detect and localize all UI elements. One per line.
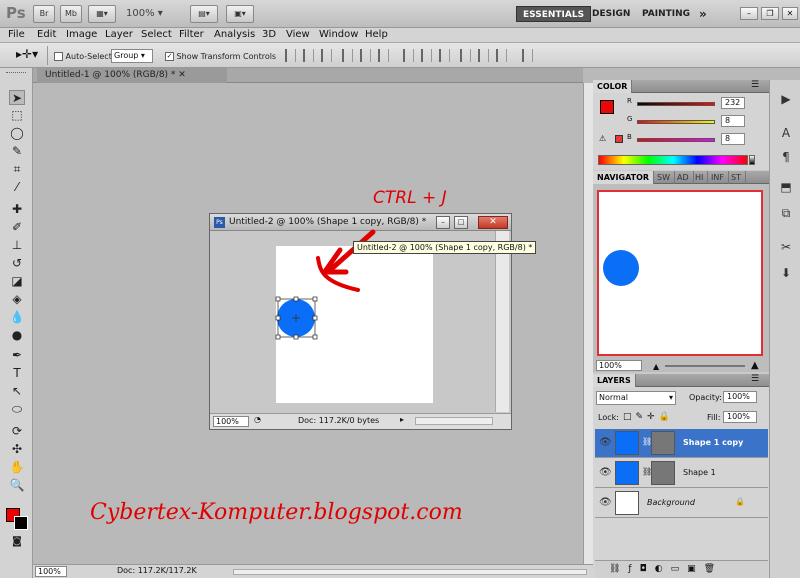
b-value[interactable]: 8 [721, 133, 745, 145]
gamut-swatch[interactable] [615, 135, 623, 143]
opacity-label: Opacity: [689, 393, 722, 402]
navigator-zoom-slider[interactable] [665, 365, 745, 367]
navigator-zoom-field[interactable]: 100% [596, 360, 642, 371]
layer-name: Shape 1 [683, 468, 716, 477]
navigator-preview[interactable] [597, 190, 763, 356]
g-slider[interactable] [637, 120, 715, 124]
layer-name: Shape 1 copy [683, 438, 744, 447]
blog-watermark: Cybertex-Komputer.blogspot.com [90, 500, 463, 525]
r-slider[interactable] [637, 102, 715, 106]
vector-mask-thumbnail [651, 431, 675, 455]
actions-icon[interactable]: ⬇ [777, 266, 795, 282]
tools-presets-icon[interactable]: ✂ [777, 240, 795, 256]
g-value[interactable]: 8 [721, 115, 745, 127]
opacity-field[interactable]: 100% [723, 391, 757, 403]
lock-label: Lock: [598, 413, 619, 422]
visibility-eye-icon[interactable]: 👁 [599, 467, 612, 478]
zoom-in-icon[interactable]: ▲ [751, 360, 759, 371]
paragraph-icon[interactable]: ¶ [777, 150, 795, 166]
color-panel-body: R 232 G 8 ⚠ B 8 [593, 93, 769, 170]
layer-row[interactable]: 👁 ⛓ Shape 1 [595, 459, 768, 488]
g-label: G [627, 115, 633, 123]
brushes-icon[interactable]: ⬒ [777, 180, 795, 196]
navigator-tab[interactable]: NAVIGATOR [593, 171, 655, 184]
vector-mask-thumbnail [651, 461, 675, 485]
color-panel-header: COLOR ☰ [593, 80, 769, 93]
r-label: R [627, 97, 632, 105]
bw-ramp[interactable] [749, 155, 755, 165]
character-icon[interactable]: A [777, 126, 795, 142]
fill-label: Fill: [707, 413, 721, 422]
styles-tab[interactable]: ST [727, 171, 746, 184]
r-value[interactable]: 232 [721, 97, 745, 109]
blend-mode-dropdown[interactable]: Normal ▾ [596, 391, 676, 405]
history-icon[interactable]: ▶ [777, 92, 795, 108]
color-fg-swatch[interactable] [600, 100, 614, 114]
layers-tab[interactable]: LAYERS [593, 374, 636, 387]
fill-field[interactable]: 100% [723, 411, 757, 423]
b-slider[interactable] [637, 138, 715, 142]
b-label: B [627, 133, 632, 141]
document-tooltip: Untitled-2 @ 100% (Shape 1 copy, RGB/8) … [353, 241, 537, 254]
layer-name: Background [647, 498, 695, 507]
gamut-warning-icon[interactable]: ⚠ [599, 134, 606, 143]
color-spectrum-bar[interactable] [598, 155, 748, 165]
panel-menu-icon[interactable]: ☰ [751, 80, 759, 90]
lock-icon: 🔒 [735, 497, 745, 506]
layer-thumbnail [615, 491, 639, 515]
navigator-panel-header: NAVIGATOR SW AD HI INF ST [593, 171, 769, 184]
layer-thumbnail [615, 461, 639, 485]
visibility-eye-icon[interactable]: 👁 [599, 497, 612, 508]
clone-source-icon[interactable]: ⧉ [777, 206, 795, 222]
histogram-tab[interactable]: HI [691, 171, 709, 184]
swatches-tab[interactable]: SW [653, 171, 675, 184]
navigator-body: 100% ▲ ▲ [593, 184, 769, 372]
layers-footer-icons[interactable]: ⛓ƒ◘◐▭▣🗑 [595, 560, 768, 578]
layers-menu-icon[interactable]: ☰ [751, 374, 759, 384]
navigator-circle-thumb [603, 250, 639, 286]
color-panel-tab[interactable]: COLOR [593, 80, 633, 93]
layer-thumbnail [615, 431, 639, 455]
layer-row[interactable]: 👁 ⛓ Shape 1 copy [595, 429, 768, 458]
layers-panel-header: LAYERS ☰ [593, 374, 769, 387]
zoom-out-icon[interactable]: ▲ [653, 362, 659, 371]
lock-icons[interactable]: □✎✛🔒 [623, 412, 674, 422]
layer-row[interactable]: 👁 Background 🔒 [595, 489, 768, 518]
visibility-eye-icon[interactable]: 👁 [599, 437, 612, 448]
shortcut-annotation: CTRL + J [373, 188, 447, 208]
info-tab[interactable]: INF [707, 171, 729, 184]
panel-icons-column: ▶ A ¶ ⬒ ⧉ ✂ ⬇ [769, 80, 800, 578]
